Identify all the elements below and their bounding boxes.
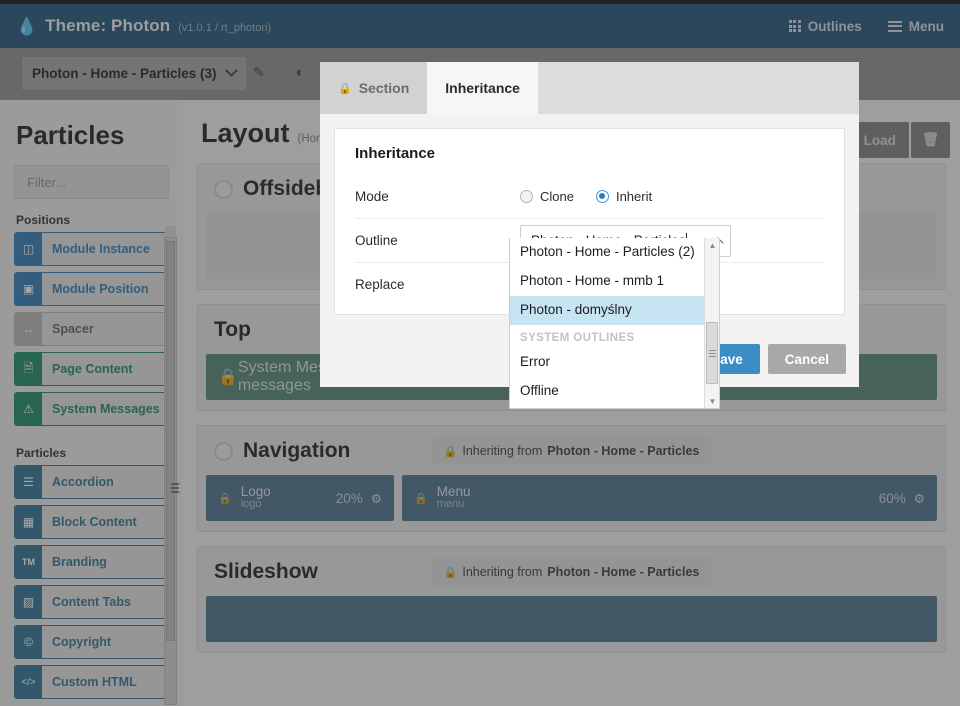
dropdown-option-highlighted[interactable]: Photon - domyślny: [510, 295, 706, 325]
cancel-button[interactable]: Cancel: [767, 344, 846, 374]
field-mode: Mode Clone Inherit: [355, 174, 824, 218]
tab-label: Inheritance: [445, 80, 520, 96]
outline-dropdown-options: Photon - Home - Particles (2) Photon - H…: [510, 238, 706, 405]
dropdown-option[interactable]: Photon - Home - Particles (2): [510, 238, 706, 267]
dropdown-option[interactable]: Photon - Home - mmb 1: [510, 267, 706, 296]
dropdown-scrollbar[interactable]: ▲ ▼: [704, 238, 719, 408]
tab-inheritance[interactable]: Inheritance: [427, 62, 538, 114]
modal-tabs: 🔒 Section Inheritance: [320, 62, 859, 114]
lock-icon: 🔒: [338, 82, 352, 95]
dropdown-group-label: SYSTEM OUTLINES: [520, 331, 635, 344]
scroll-down-arrow[interactable]: ▼: [705, 394, 719, 408]
radio-indicator: [595, 189, 609, 203]
mode-radio-group: Clone Inherit: [520, 189, 652, 204]
radio-label: Clone: [540, 188, 574, 204]
radio-clone[interactable]: Clone: [520, 189, 574, 204]
scroll-up-arrow[interactable]: ▲: [705, 238, 719, 253]
outline-label: Outline: [355, 233, 398, 248]
radio-label: Inherit: [615, 188, 653, 204]
radio-inherit[interactable]: Inherit: [595, 188, 653, 204]
panel-title: Inheritance: [355, 145, 436, 162]
app-root: 💧 Theme: Photon (v1.0.1 / rt_photon) Out…: [0, 0, 960, 706]
scrollbar-thumb[interactable]: [706, 322, 718, 384]
tab-label: Section: [358, 80, 410, 96]
tab-section[interactable]: 🔒 Section: [320, 62, 428, 114]
outline-dropdown-list[interactable]: Photon - Home - Particles (2) Photon - H…: [509, 238, 720, 409]
mode-label: Mode: [355, 188, 389, 204]
dropdown-option[interactable]: Error: [510, 348, 706, 377]
replace-label: Replace: [355, 277, 405, 292]
dropdown-option[interactable]: Offline: [510, 377, 706, 406]
radio-indicator: [520, 189, 533, 203]
